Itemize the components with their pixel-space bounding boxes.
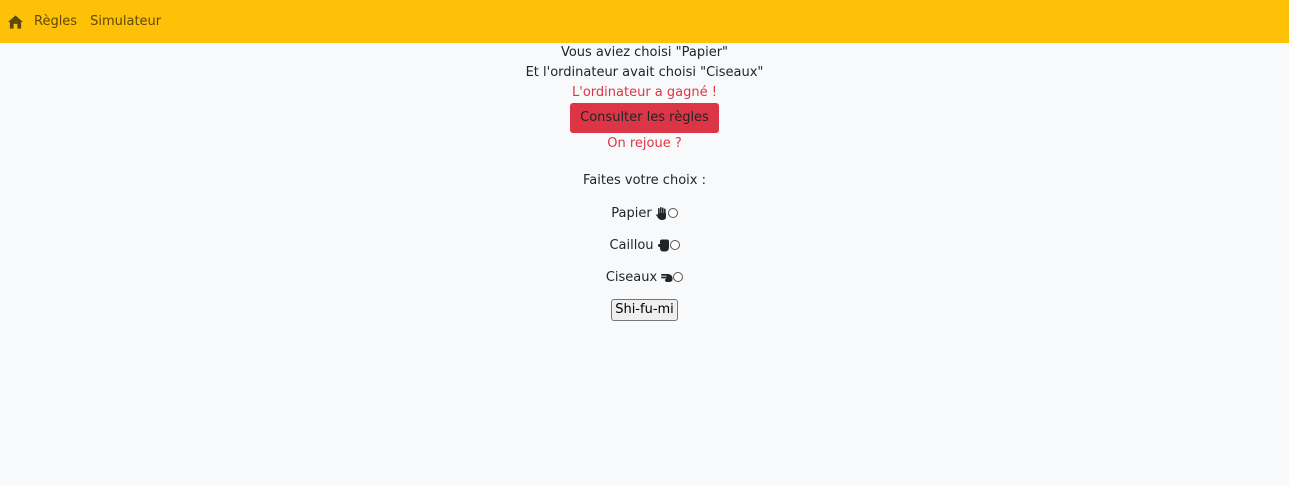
hand-paper-icon <box>655 206 668 220</box>
rules-button[interactable]: Consulter les règles <box>570 103 719 133</box>
option-ciseaux: Ciseaux <box>0 267 1289 287</box>
option-label: Caillou <box>609 237 654 253</box>
computer-choice-text: Et l'ordinateur avait choisi "Ciseaux" <box>525 65 764 80</box>
outcome-text: L'ordinateur a gagné ! <box>572 85 717 100</box>
home-icon[interactable] <box>7 14 23 30</box>
user-choice-text: Vous aviez choisi "Papier" <box>560 45 729 60</box>
option-papier: Papier <box>0 203 1289 223</box>
option-label: Ciseaux <box>605 269 658 285</box>
radio-ciseaux[interactable] <box>673 272 684 282</box>
submit-button[interactable]: Shi-fu-mi <box>611 299 678 321</box>
option-label: Papier <box>611 205 652 221</box>
replay-link[interactable]: On rejoue ? <box>0 133 1289 155</box>
nav-link-simulateur[interactable]: Simulateur <box>90 14 161 29</box>
hand-scissors-icon <box>661 271 673 284</box>
nav-link-regles[interactable]: Règles <box>34 14 77 29</box>
main-content: Vous aviez choisi "Papier" Et l'ordinate… <box>0 43 1289 321</box>
navbar: Règles Simulateur <box>0 0 1289 43</box>
hand-rock-icon <box>657 239 670 252</box>
radio-caillou[interactable] <box>669 240 680 250</box>
option-caillou: Caillou <box>0 235 1289 255</box>
radio-papier[interactable] <box>667 208 678 218</box>
choice-prompt: Faites votre choix : <box>583 173 706 188</box>
